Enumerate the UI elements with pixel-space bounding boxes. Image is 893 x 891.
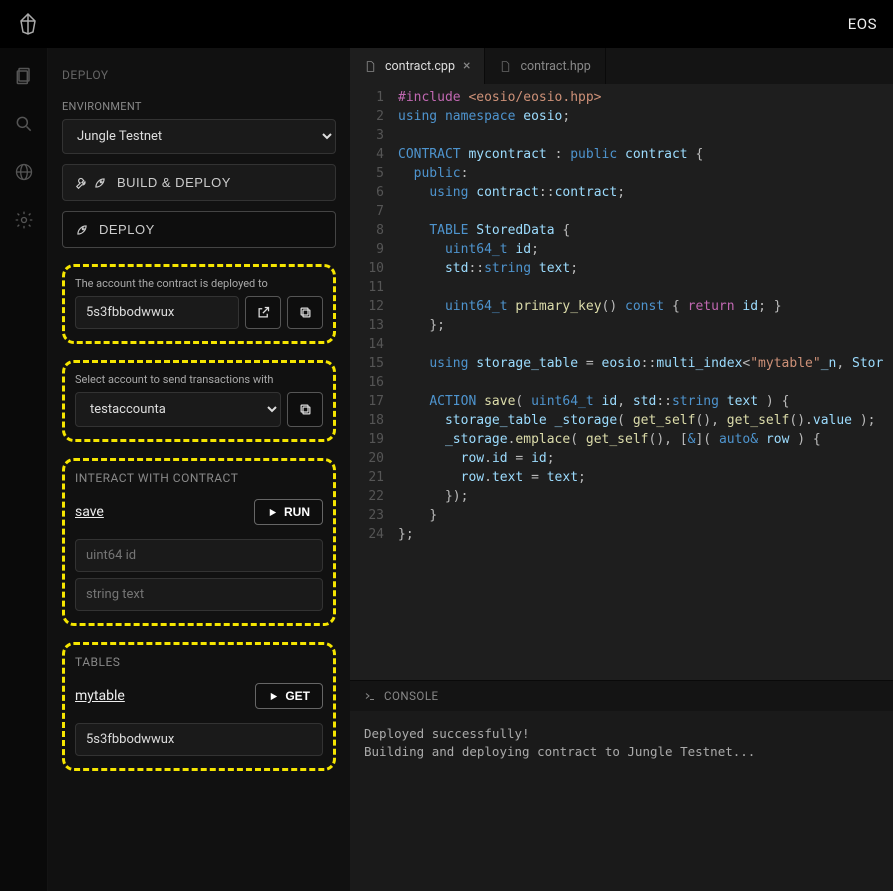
interact-heading: INTERACT WITH CONTRACT xyxy=(75,471,323,485)
app-logo xyxy=(16,12,40,36)
get-button[interactable]: GET xyxy=(255,683,323,709)
code-content: #include <eosio/eosio.hpp> using namespa… xyxy=(398,88,893,680)
rocket-icon xyxy=(93,176,107,190)
environment-label: ENVIRONMENT xyxy=(62,100,336,113)
build-deploy-label: BUILD & DEPLOY xyxy=(117,175,231,190)
run-button[interactable]: RUN xyxy=(254,499,323,525)
topbar: EOS xyxy=(0,0,893,48)
tab-label: contract.cpp xyxy=(385,59,455,74)
console-heading: CONSOLE xyxy=(384,689,439,703)
wrench-icon xyxy=(75,176,89,190)
console-header[interactable]: CONSOLE xyxy=(350,680,893,711)
code-editor[interactable]: 123456789101112131415161718192021222324 … xyxy=(350,84,893,680)
table-name[interactable]: mytable xyxy=(75,688,125,704)
param-text-input[interactable] xyxy=(75,578,323,611)
tab-contract-cpp[interactable]: contract.cpp × xyxy=(350,48,485,84)
param-id-input[interactable] xyxy=(75,539,323,572)
panel-title: DEPLOY xyxy=(62,68,336,82)
deployed-account-input[interactable] xyxy=(75,296,239,329)
activity-bar xyxy=(0,48,48,891)
editor-pane: contract.cpp × contract.hpp 123456789101… xyxy=(350,48,893,891)
tx-account-label: Select account to send transactions with xyxy=(75,373,323,386)
get-label: GET xyxy=(285,689,310,703)
tab-label: contract.hpp xyxy=(520,59,590,74)
callout-3: 3 INTERACT WITH CONTRACT save RUN xyxy=(62,458,336,626)
globe-icon[interactable] xyxy=(14,162,34,182)
close-icon[interactable]: × xyxy=(463,58,470,74)
deployed-account-label: The account the contract is deployed to xyxy=(75,277,323,290)
console-line: Building and deploying contract to Jungl… xyxy=(364,743,879,761)
file-icon xyxy=(499,60,512,73)
search-icon[interactable] xyxy=(14,114,34,134)
play-icon xyxy=(267,507,278,518)
rocket-icon xyxy=(75,223,89,237)
callout-2: 2 Select account to send transactions wi… xyxy=(62,360,336,442)
gear-icon[interactable] xyxy=(14,210,34,230)
console-line: Deployed successfully! xyxy=(364,725,879,743)
console-output: Deployed successfully! Building and depl… xyxy=(350,711,893,891)
callout-4: 4 TABLES mytable GET xyxy=(62,642,336,771)
tab-contract-hpp[interactable]: contract.hpp xyxy=(485,48,605,84)
file-icon xyxy=(364,60,377,73)
build-deploy-button[interactable]: BUILD & DEPLOY xyxy=(62,164,336,201)
play-icon xyxy=(268,691,279,702)
terminal-icon xyxy=(364,690,376,702)
deploy-sidebar: DEPLOY ENVIRONMENT Jungle Testnet BUILD … xyxy=(48,48,350,891)
callout-1: 1 The account the contract is deployed t… xyxy=(62,264,336,344)
action-name[interactable]: save xyxy=(75,504,104,520)
run-label: RUN xyxy=(284,505,310,519)
topbar-brand-text: EOS xyxy=(848,15,877,33)
copy-button[interactable] xyxy=(287,392,323,427)
table-scope-input[interactable] xyxy=(75,723,323,756)
open-external-button[interactable] xyxy=(245,296,281,329)
copy-icon xyxy=(298,305,313,320)
tables-heading: TABLES xyxy=(75,655,323,669)
external-link-icon xyxy=(256,305,271,320)
copy-button[interactable] xyxy=(287,296,323,329)
editor-tabs: contract.cpp × contract.hpp xyxy=(350,48,893,84)
files-icon[interactable] xyxy=(14,66,34,86)
line-gutter: 123456789101112131415161718192021222324 xyxy=(350,88,398,680)
deploy-button[interactable]: DEPLOY xyxy=(62,211,336,248)
tx-account-select[interactable]: testaccounta xyxy=(75,392,281,427)
environment-select[interactable]: Jungle Testnet xyxy=(62,119,336,154)
copy-icon xyxy=(298,402,313,417)
deploy-label: DEPLOY xyxy=(99,222,155,237)
